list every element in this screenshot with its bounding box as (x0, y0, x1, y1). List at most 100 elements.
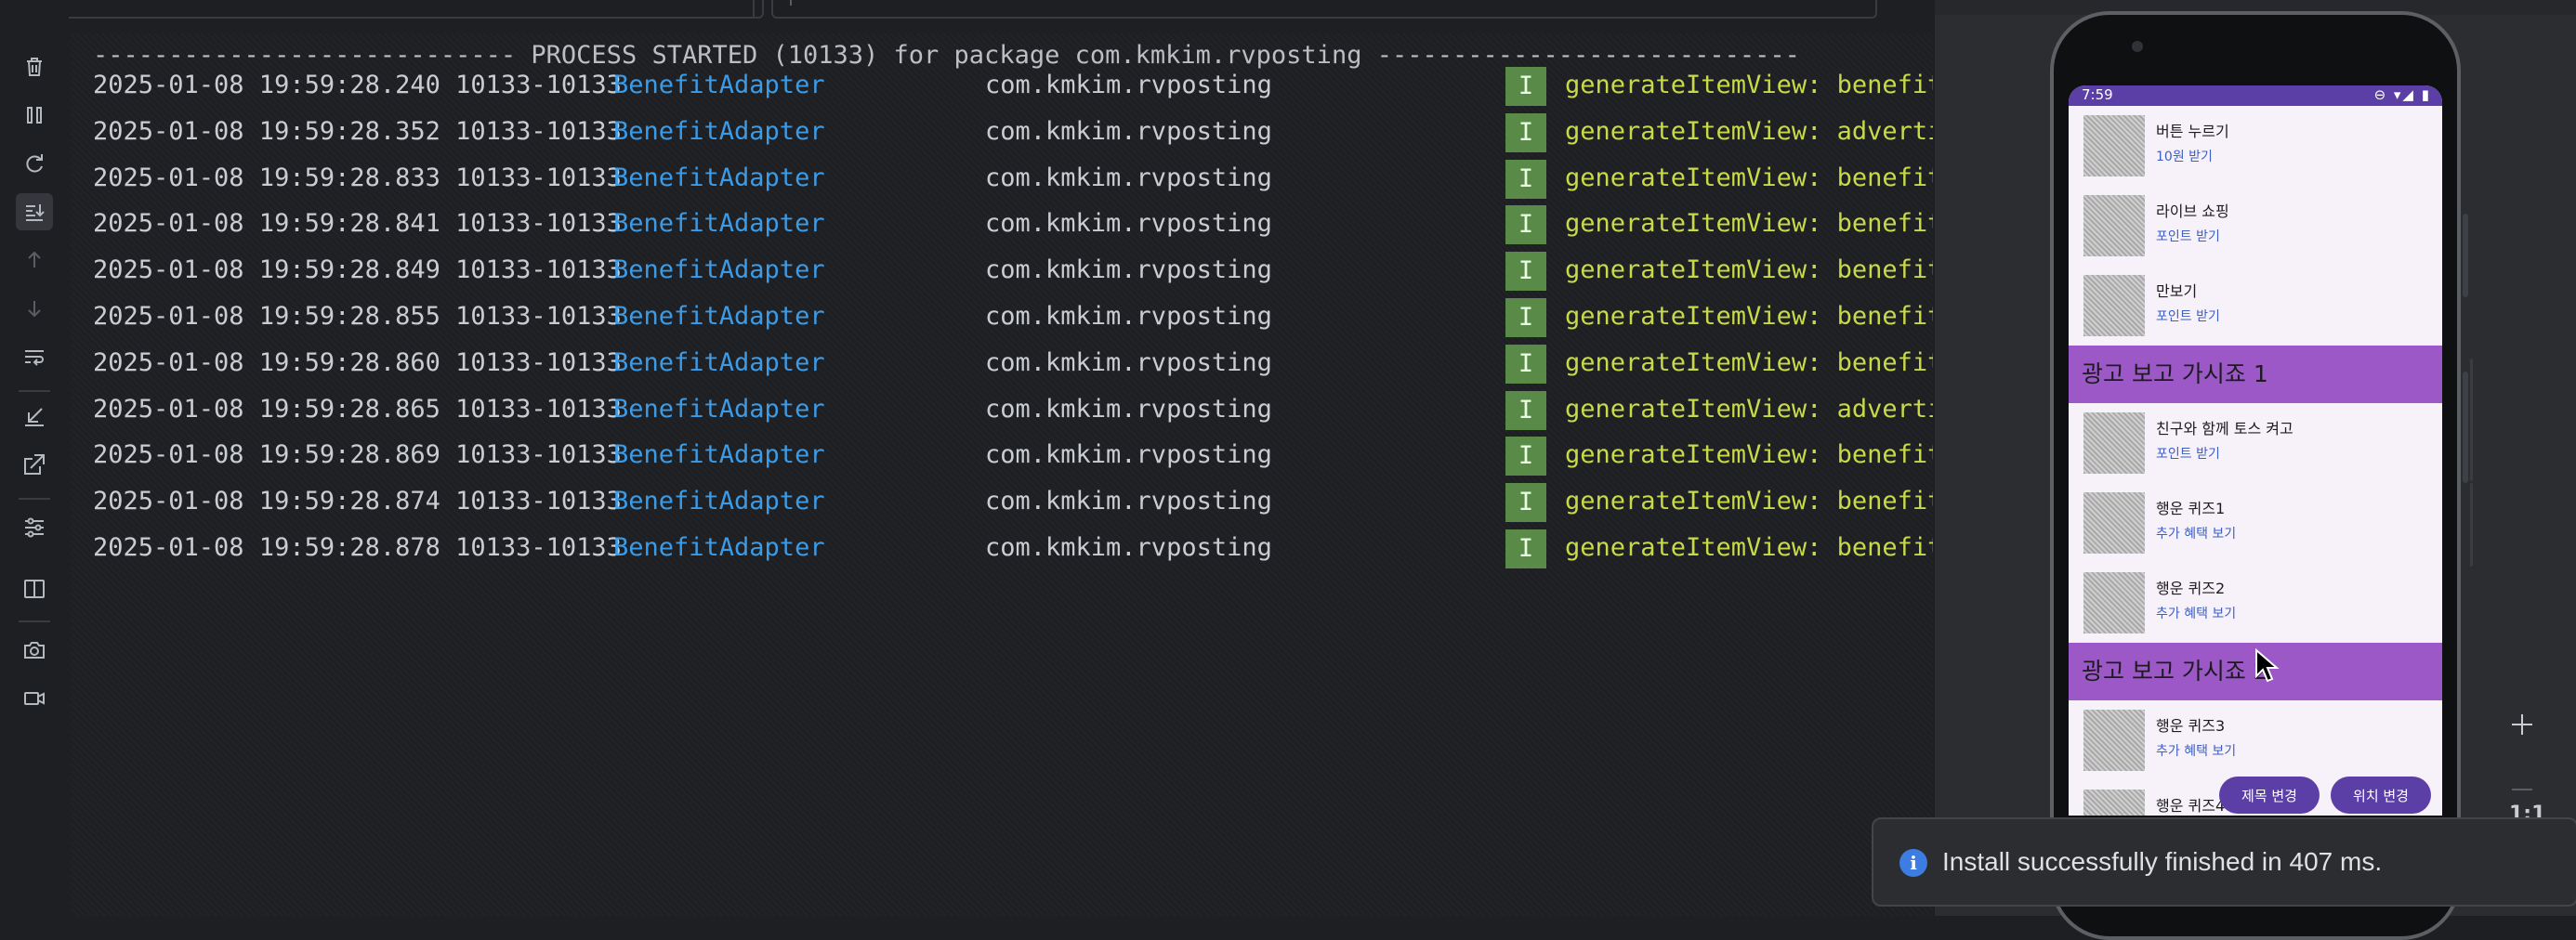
log-message: generateItemView: advertise (1565, 116, 1933, 146)
log-level-badge: I (1505, 390, 1546, 430)
title-change-button[interactable]: 제목 변경 (2219, 777, 2320, 814)
logcat-output[interactable]: ---------------------------- PROCESS STA… (71, 33, 1933, 916)
screenshot-icon (24, 642, 45, 659)
list-item[interactable]: 버튼 누르기 10원 받기 (2069, 106, 2442, 182)
item-thumbnail (2083, 790, 2145, 816)
info-icon: i (1899, 849, 1927, 877)
minus-icon (2512, 789, 2532, 790)
log-level-badge: I (1505, 112, 1546, 152)
log-timestamp: 2025-01-08 19:59:28.841 10133-10133 (93, 209, 622, 239)
log-row[interactable]: 2025-01-08 19:59:28.240 10133-10133 Benef… (93, 67, 1933, 106)
log-message: generateItemView: benefit (1565, 71, 1933, 99)
log-package: com.kmkim.rvposting (985, 302, 1272, 331)
log-message: generateItemView: benefit (1565, 487, 1933, 516)
clear-logcat-button[interactable] (16, 48, 53, 85)
log-row[interactable]: 2025-01-08 19:59:28.849 10133-10133 Benef… (93, 252, 1933, 292)
log-tag: BenefitAdapter (613, 209, 825, 239)
pause-button[interactable] (16, 97, 53, 134)
export-logs-button[interactable] (16, 446, 53, 483)
process-started-line: ---------------------------- PROCESS STA… (93, 41, 1800, 70)
log-message: generateItemView: benefit (1565, 347, 1933, 377)
phone-screen[interactable]: 7:59 ⊖ ▾◢ ▮ 버튼 누르기 10원 받기 라이브 쇼핑 포인트 받기 만보기 포… (2069, 85, 2442, 816)
install-notification[interactable]: i Install successfully finished in 407 m… (1872, 817, 2576, 907)
list-item[interactable]: 라이브 쇼핑포인트 받기 (2069, 186, 2442, 262)
list-item[interactable]: 행운 퀴즈3 추가 혜택 보기 (2069, 700, 2442, 777)
status-icons: ⊖ ▾◢ ▮ (2373, 86, 2431, 103)
log-timestamp: 2025-01-08 19:59:28.855 10133-10133 (93, 302, 622, 331)
log-row[interactable]: 2025-01-08 19:59:28.833 10133-10133 Benef… (93, 159, 1933, 199)
log-row[interactable]: 2025-01-08 19:59:28.352 10133-10133 Benef… (93, 112, 1933, 152)
previous-occurrence-button[interactable] (16, 242, 53, 279)
log-message: generateItemView: benefit (1565, 533, 1933, 562)
log-row[interactable]: 2025-01-08 19:59:28.860 10133-10133 Benef… (93, 344, 1933, 384)
log-level-badge: I (1505, 252, 1546, 292)
screen-record-button[interactable] (16, 680, 53, 717)
toolstrip-divider (19, 620, 50, 622)
log-timestamp: 2025-01-08 19:59:28.352 10133-10133 (93, 116, 622, 146)
restart-icon (26, 154, 43, 173)
logcat-settings-button[interactable] (16, 509, 53, 546)
filter-cursor (790, 0, 792, 6)
log-row[interactable]: 2025-01-08 19:59:28.841 10133-10133 Benef… (93, 205, 1933, 245)
soft-wrap-icon (25, 350, 44, 366)
notification-message: Install successfully finished in 407 ms. (1942, 847, 2383, 876)
list-item[interactable]: 만보기 포인트 받기 (2069, 266, 2442, 342)
list-item[interactable]: 친구와 함께 토스 켜고 포인트 받기 (2069, 403, 2442, 479)
log-package: com.kmkim.rvposting (985, 440, 1272, 470)
log-tag: BenefitAdapter (613, 487, 825, 516)
soft-wrap-button[interactable] (16, 338, 53, 375)
item-action-link[interactable]: 10원 받기 (2156, 147, 2213, 165)
log-row[interactable]: 2025-01-08 19:59:28.855 10133-10133 Benef… (93, 298, 1933, 337)
panel-divider[interactable] (1933, 0, 1935, 916)
device-selector[interactable] (45, 0, 764, 19)
restart-button[interactable] (16, 145, 53, 182)
item-action-link[interactable]: 추가 혜택 보기 (2156, 741, 2236, 760)
item-action-link[interactable]: 추가 혜택 보기 (2156, 524, 2236, 542)
item-title: 행운 퀴즈1 (2156, 500, 2226, 517)
item-action-link[interactable]: 포인트 받기 (2156, 227, 2220, 245)
scroll-to-end-button[interactable] (16, 193, 53, 230)
item-title: 행운 퀴즈2 (2156, 580, 2226, 597)
log-package: com.kmkim.rvposting (985, 347, 1272, 377)
item-thumbnail (2083, 412, 2145, 474)
list-item[interactable]: 행운 퀴즈2 추가 혜택 보기 (2069, 563, 2442, 639)
next-occurrence-button[interactable] (16, 290, 53, 327)
logcat-toolstrip (0, 0, 69, 916)
item-action-link[interactable]: 포인트 받기 (2156, 307, 2220, 325)
log-message: generateItemView: benefit (1565, 302, 1933, 331)
log-timestamp: 2025-01-08 19:59:28.833 10133-10133 (93, 163, 622, 192)
log-timestamp: 2025-01-08 19:59:28.860 10133-10133 (93, 347, 622, 377)
screen-record-icon (24, 692, 45, 705)
item-action-link[interactable]: 포인트 받기 (2156, 444, 2220, 463)
item-action-link[interactable]: 추가 혜택 보기 (2156, 604, 2236, 622)
toolstrip-divider (19, 498, 50, 500)
front-camera (2132, 41, 2143, 52)
power-button[interactable] (2463, 372, 2468, 483)
log-package: com.kmkim.rvposting (985, 209, 1272, 239)
log-row[interactable]: 2025-01-08 19:59:28.865 10133-10133 Benef… (93, 390, 1933, 430)
mouse-cursor-icon (2255, 648, 2280, 683)
log-package: com.kmkim.rvposting (985, 163, 1272, 192)
log-level-badge: I (1505, 298, 1546, 337)
item-title: 라이브 쇼핑 (2156, 202, 2229, 220)
log-level-badge: I (1505, 344, 1546, 384)
log-row[interactable]: 2025-01-08 19:59:28.869 10133-10133 Benef… (93, 437, 1933, 477)
item-thumbnail (2083, 275, 2145, 336)
export-icon (24, 454, 45, 475)
import-logs-button[interactable] (16, 398, 53, 435)
logcat-filter-field[interactable] (771, 0, 1877, 19)
position-change-button[interactable]: 위치 변경 (2331, 777, 2431, 814)
log-package: com.kmkim.rvposting (985, 255, 1272, 285)
split-panels-button[interactable] (16, 570, 53, 607)
volume-button[interactable] (2463, 214, 2468, 297)
item-title: 버튼 누르기 (2156, 123, 2229, 140)
item-thumbnail (2083, 572, 2145, 633)
screenshot-button[interactable] (16, 632, 53, 669)
log-timestamp: 2025-01-08 19:59:28.865 10133-10133 (93, 394, 622, 424)
log-timestamp: 2025-01-08 19:59:28.240 10133-10133 (93, 71, 622, 99)
log-row[interactable]: 2025-01-08 19:59:28.874 10133-10133 Benef… (93, 483, 1933, 523)
log-row[interactable]: 2025-01-08 19:59:28.878 10133-10133 Benef… (93, 529, 1933, 568)
log-tag: BenefitAdapter (613, 347, 825, 377)
zoom-in-button[interactable] (2494, 700, 2550, 749)
list-item[interactable]: 행운 퀴즈1 추가 혜택 보기 (2069, 483, 2442, 559)
